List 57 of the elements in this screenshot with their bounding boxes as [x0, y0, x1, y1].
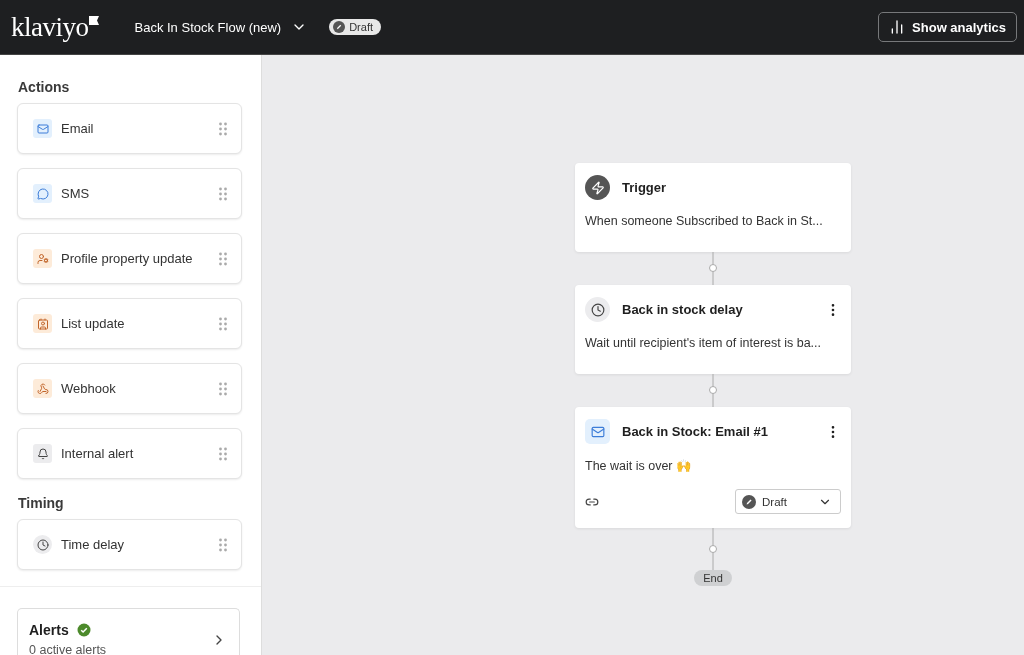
node-title: Back in stock delay — [622, 302, 744, 317]
node-title: Back in Stock: Email #1 — [622, 424, 769, 439]
alerts-card[interactable]: Alerts 0 active alerts — [17, 608, 240, 655]
pencil-icon — [333, 21, 346, 33]
action-label: Internal alert — [61, 446, 135, 461]
envelope-icon — [585, 419, 610, 444]
end-label: End — [694, 570, 732, 586]
action-label: Webhook — [61, 381, 117, 396]
show-analytics-button[interactable]: Show analytics — [878, 12, 1017, 42]
drag-handle-icon[interactable] — [219, 446, 227, 461]
alerts-title: Alerts — [29, 622, 69, 638]
action-item[interactable]: List update — [17, 298, 242, 349]
flow-node-card[interactable]: Back in stock delay Wait until recipient's item of interest is ba... — [575, 285, 851, 374]
section-title: Actions — [18, 79, 71, 95]
chat-bubble-icon — [33, 184, 52, 203]
drag-handle-icon[interactable] — [219, 186, 227, 201]
flow-node-card[interactable]: Trigger When someone Subscribed to Back in St... — [575, 163, 851, 252]
drag-handle-icon[interactable] — [219, 121, 227, 136]
clock-icon — [585, 297, 610, 322]
connector-line — [708, 252, 718, 285]
drag-handle-icon[interactable] — [219, 381, 227, 396]
section-title: Timing — [18, 495, 65, 511]
contact-card-icon — [33, 314, 52, 333]
status-dropdown[interactable]: Draft — [735, 489, 841, 514]
action-label: Email — [61, 121, 95, 136]
clock-icon — [33, 535, 52, 554]
drag-handle-icon[interactable] — [219, 316, 227, 331]
klaviyo-logo[interactable]: klaviyo — [11, 13, 99, 41]
action-item[interactable]: Webhook — [17, 363, 242, 414]
person-gear-icon — [33, 249, 52, 268]
action-item[interactable]: Internal alert — [17, 428, 242, 479]
action-item[interactable]: Email — [17, 103, 242, 154]
action-item[interactable]: SMS — [17, 168, 242, 219]
node-description: When someone Subscribed to Back in St... — [585, 214, 824, 230]
connector-line — [708, 374, 718, 407]
node-description: Wait until recipient's item of interest is ba... — [585, 336, 823, 352]
envelope-icon — [33, 119, 52, 138]
check-circle-icon — [76, 623, 91, 637]
action-item[interactable]: Time delay — [17, 519, 242, 570]
action-label: Time delay — [61, 537, 126, 552]
action-label: List update — [61, 316, 126, 331]
flow-title-dropdown[interactable]: Back In Stock Flow (new) — [134, 19, 308, 35]
action-label: Profile property update — [61, 251, 194, 266]
connector-line — [708, 528, 718, 570]
alerts-count: 0 active alerts — [29, 643, 108, 655]
node-title: Trigger — [622, 180, 668, 195]
drag-handle-icon[interactable] — [219, 537, 227, 552]
bell-icon — [33, 444, 52, 463]
webhook-icon — [33, 379, 52, 398]
action-label: SMS — [61, 186, 91, 201]
pencil-icon — [742, 494, 756, 509]
flow-node-card[interactable]: Back in Stock: Email #1 The wait is over 🙌 Draft — [575, 407, 851, 528]
lightning-icon — [585, 175, 610, 200]
status-badge: Draft — [329, 19, 381, 35]
node-description: The wait is over 🙌 — [585, 458, 693, 475]
action-item[interactable]: Profile property update — [17, 233, 242, 284]
drag-handle-icon[interactable] — [219, 251, 227, 266]
